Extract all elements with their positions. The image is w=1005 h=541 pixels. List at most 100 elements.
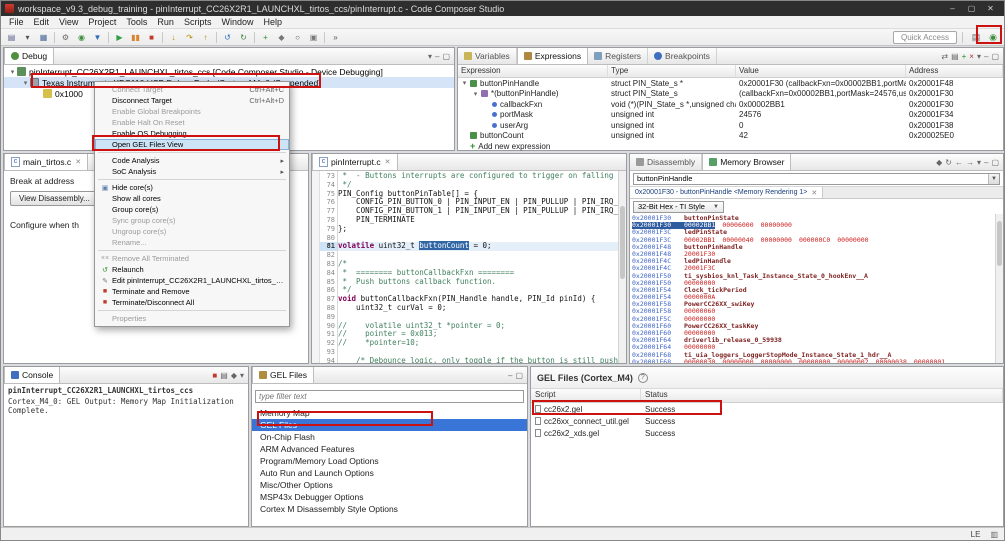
debug-icon[interactable]: ◉ [74, 30, 89, 44]
step-into-icon[interactable]: ↓ [166, 30, 181, 44]
gel-tree-item[interactable]: MSP43x Debugger Options [252, 491, 527, 503]
column-header[interactable]: Status [641, 389, 1003, 402]
memory-scrollbar[interactable] [995, 214, 1003, 363]
forward-icon[interactable]: → [966, 158, 974, 167]
context-menu-item[interactable]: Properties [95, 313, 289, 324]
help-icon[interactable]: ? [638, 373, 648, 383]
column-header[interactable]: Expression [458, 65, 608, 77]
save-icon[interactable]: ▦ [36, 30, 51, 44]
tab-memory-browser[interactable]: Memory Browser [702, 154, 791, 170]
tab-main-tirtos[interactable]: c main_tirtos.c ✕ [4, 154, 88, 170]
column-header[interactable]: Type [608, 65, 736, 77]
refresh-icon[interactable]: ↻ [236, 30, 251, 44]
close-tab-icon[interactable]: ✕ [385, 158, 391, 166]
context-menu-item[interactable]: ××Remove All Terminated [95, 253, 289, 264]
tab-debug[interactable]: Debug [4, 48, 54, 64]
menu-run[interactable]: Run [152, 16, 179, 28]
context-menu-item[interactable]: Ungroup core(s) [95, 226, 289, 237]
save-memory-icon[interactable]: ◆ [936, 158, 942, 167]
expression-row[interactable]: +Add new expression [458, 141, 1003, 152]
tab-console[interactable]: Console [4, 367, 60, 383]
maximize-view-icon[interactable]: ▢ [991, 52, 999, 61]
gel-script-row[interactable]: cc26x2_xds.gelSuccess [531, 427, 1003, 439]
editor-scrollbar[interactable] [618, 171, 626, 363]
menu-file[interactable]: File [4, 16, 29, 28]
close-rendering-icon[interactable]: ✕ [811, 189, 817, 197]
expression-row[interactable]: buttonCountunsigned int420x200025E0 [458, 131, 1003, 142]
context-menu-item[interactable]: Code Analysis▸ [95, 155, 289, 166]
gel-script-row[interactable]: cc26x2.gelSuccess [531, 403, 1003, 415]
maximize-view-icon[interactable]: ▢ [442, 52, 450, 61]
code-line[interactable] [338, 251, 626, 260]
view-menu-icon[interactable]: ▾ [240, 371, 244, 380]
context-menu-item[interactable]: ■Terminate and Remove [95, 286, 289, 297]
expression-row[interactable]: ▾*(buttonPinHandle)struct PIN_State_s(ca… [458, 89, 1003, 100]
step-over-icon[interactable]: ↷ [182, 30, 197, 44]
minimize-view-icon[interactable]: – [984, 158, 988, 167]
gel-tree-item[interactable]: Memory Map [252, 407, 527, 419]
expander-icon[interactable]: ▾ [471, 90, 480, 98]
context-menu-item[interactable]: Disconnect TargetCtrl+Alt+D [95, 95, 289, 106]
tab-registers[interactable]: Registers [588, 48, 648, 64]
gel-tree-item[interactable]: Cortex M Disassembly Style Options [252, 503, 527, 515]
minimize-view-icon[interactable]: – [984, 52, 988, 61]
new-file-icon[interactable]: ▤ [4, 30, 19, 44]
debug-perspective-icon[interactable]: ◉ [985, 30, 1001, 44]
view-disassembly-button[interactable]: View Disassembly... [10, 191, 99, 206]
context-menu-item[interactable]: Sync group core(s) [95, 215, 289, 226]
build-icon[interactable]: ⚙ [58, 30, 73, 44]
context-menu-item[interactable]: Enable Global Breakpoints [95, 106, 289, 117]
expander-icon[interactable]: ▾ [21, 79, 30, 87]
memory-address-input[interactable] [634, 174, 988, 184]
menu-view[interactable]: View [54, 16, 83, 28]
context-menu-item[interactable]: ▣Hide core(s) [95, 182, 289, 193]
gel-script-row[interactable]: cc26xx_connect_util.gelSuccess [531, 415, 1003, 427]
context-menu-item[interactable]: Show all cores [95, 193, 289, 204]
more-toolbar-icon[interactable]: » [328, 30, 343, 44]
context-menu-item[interactable]: ✎Edit pinInterrupt_CC26X2R1_LAUNCHXL_tir… [95, 275, 289, 286]
expression-row[interactable]: callbackFxnvoid (*)(PIN_State_s *,unsign… [458, 99, 1003, 110]
filter-input[interactable] [255, 390, 524, 403]
code-line[interactable]: * - Buttons interrupts are configured to… [338, 172, 626, 181]
maximize-window-button[interactable]: ▢ [962, 1, 981, 16]
column-header[interactable]: Value [736, 65, 906, 77]
minimize-view-icon[interactable]: – [435, 52, 439, 61]
refresh-memory-icon[interactable]: ↻ [945, 158, 952, 167]
expression-row[interactable]: ▾buttonPinHandlestruct PIN_State_s *0x20… [458, 78, 1003, 89]
gel-tree-item[interactable]: On-Chip Flash [252, 431, 527, 443]
suspend-icon[interactable]: ▮▮ [128, 30, 143, 44]
context-menu-item[interactable]: Open GEL Files View [95, 139, 289, 150]
edit-perspective-icon[interactable]: ▤ [968, 30, 984, 44]
expander-icon[interactable]: ▾ [460, 79, 469, 87]
context-menu-item[interactable]: SoC Analysis▸ [95, 166, 289, 177]
code-line[interactable]: * Push buttons callback function. [338, 278, 626, 287]
tab-disassembly[interactable]: Disassembly [630, 154, 702, 170]
tab-variables[interactable]: Variables [458, 48, 517, 64]
code-line[interactable]: uint32_t curVal = 0; [338, 304, 626, 313]
memory-rendering-tab[interactable]: 0x20001F30 - buttonPinHandle <Memory Ren… [630, 187, 823, 198]
menu-help[interactable]: Help [258, 16, 287, 28]
add-expression-icon[interactable]: + [962, 52, 967, 61]
maximize-view-icon[interactable]: ▢ [991, 158, 999, 167]
context-menu-item[interactable]: ↺Relaunch [95, 264, 289, 275]
close-tab-icon[interactable]: ✕ [75, 158, 81, 166]
resume-icon[interactable]: ▶ [112, 30, 127, 44]
refresh-expressions-icon[interactable]: ⇄ [941, 52, 948, 61]
context-menu-item[interactable]: Group core(s) [95, 204, 289, 215]
menu-scripts[interactable]: Scripts [179, 16, 217, 28]
context-menu-item[interactable]: ■Terminate/Disconnect All [95, 297, 289, 308]
code-area[interactable]: * - Buttons interrupts are configured to… [338, 171, 626, 363]
flash-icon[interactable]: ▼ [90, 30, 105, 44]
minimize-view-icon[interactable]: – [508, 371, 512, 380]
minimize-window-button[interactable]: – [943, 1, 962, 16]
new-expression-icon[interactable]: + [258, 30, 273, 44]
back-icon[interactable]: ← [955, 158, 963, 167]
memory-format-select[interactable]: 32-Bit Hex - TI Style ▼ [633, 201, 724, 213]
debug-tree-item[interactable]: ▾pinInterrupt_CC26X2R1_LAUNCHXL_tirtos_c… [4, 66, 454, 77]
search-icon[interactable]: ○ [290, 30, 305, 44]
menu-project[interactable]: Project [83, 16, 121, 28]
column-header[interactable]: Script [531, 389, 641, 402]
terminate-console-icon[interactable]: ■ [212, 371, 217, 380]
gel-tree-item[interactable]: ARM Advanced Features [252, 443, 527, 455]
breakpoint-margin[interactable] [312, 171, 320, 363]
